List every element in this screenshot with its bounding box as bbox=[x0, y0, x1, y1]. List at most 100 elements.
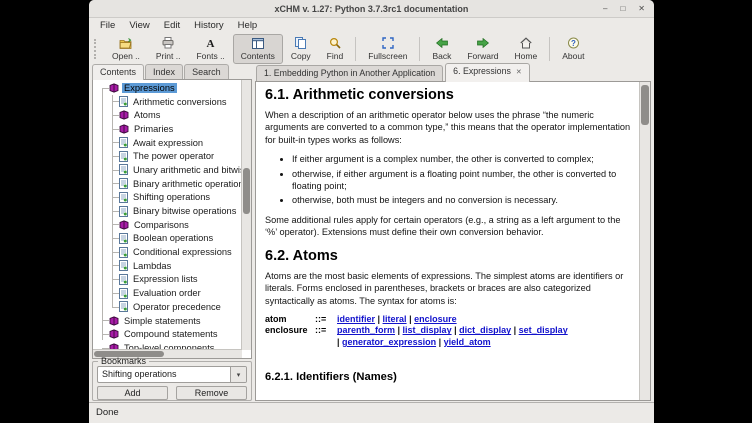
sidebar-tab-index[interactable]: Index bbox=[145, 64, 183, 79]
toolbar-button-copy[interactable]: Copy bbox=[283, 34, 319, 64]
page-icon bbox=[119, 164, 128, 175]
page-icon bbox=[119, 206, 128, 217]
tree-vertical-scrollbar[interactable] bbox=[241, 80, 251, 350]
bookmarks-box: Bookmarks Shifting operations ▾ Add Remo… bbox=[92, 356, 252, 401]
tree-item-await-expression[interactable]: Await expression bbox=[94, 136, 241, 150]
svg-text:?: ? bbox=[571, 39, 576, 48]
printer-icon bbox=[162, 37, 174, 50]
tree-item-arithmetic-conversions[interactable]: Arithmetic conversions bbox=[94, 95, 241, 109]
bullet-item: otherwise, both must be integers and no … bbox=[292, 194, 632, 206]
grammar-link-list-display[interactable]: list_display bbox=[403, 325, 452, 335]
toolbar-button-print[interactable]: Print .. bbox=[148, 34, 189, 64]
tree-item-binary-bitwise-operations[interactable]: Binary bitwise operations bbox=[94, 204, 241, 218]
toolbar-button-fullscreen[interactable]: Fullscreen bbox=[360, 34, 415, 64]
titlebar[interactable]: xCHM v. 1.27: Python 3.7.3rc1 documentat… bbox=[89, 0, 654, 18]
toolbar-button-home[interactable]: Home bbox=[507, 34, 546, 64]
grammar-link-identifier[interactable]: identifier bbox=[337, 314, 375, 324]
document-tab-label: 1. Embedding Python in Another Applicati… bbox=[264, 68, 435, 78]
status-text: Done bbox=[96, 407, 119, 418]
minimize-icon[interactable]: – bbox=[603, 5, 607, 13]
document-tab-1-embedding-python-in-another-application[interactable]: 1. Embedding Python in Another Applicati… bbox=[256, 65, 443, 81]
combobox-dropdown-button[interactable]: ▾ bbox=[230, 367, 246, 382]
tree-item-primaries[interactable]: Primaries bbox=[94, 122, 241, 136]
sidebar-tab-contents[interactable]: Contents bbox=[92, 64, 144, 80]
bullet-item: otherwise, if either argument is a float… bbox=[292, 168, 632, 192]
tree-item-label: Await expression bbox=[131, 138, 205, 148]
document-vertical-scrollbar[interactable] bbox=[639, 82, 650, 400]
tree-item-unary-arithmetic-and-bitwis[interactable]: Unary arithmetic and bitwis bbox=[94, 163, 241, 177]
grammar-token-name: atom bbox=[265, 314, 315, 326]
bookmark-combobox[interactable]: Shifting operations ▾ bbox=[97, 366, 247, 383]
bookmarks-label: Bookmarks bbox=[98, 356, 149, 366]
maximize-icon[interactable]: □ bbox=[620, 5, 625, 13]
tree-item-simple-statements[interactable]: Simple statements bbox=[94, 314, 241, 328]
sidebar: ContentsIndexSearch ExpressionsArithmeti… bbox=[91, 62, 252, 401]
toolbar-button-back[interactable]: Back bbox=[424, 34, 459, 64]
tree-item-label: Unary arithmetic and bitwis bbox=[131, 165, 241, 175]
menu-item-view[interactable]: View bbox=[122, 20, 156, 31]
tree-item-the-power-operator[interactable]: The power operator bbox=[94, 149, 241, 163]
tree-item-lambdas[interactable]: Lambdas bbox=[94, 259, 241, 273]
document-vertical-scrollbar-thumb[interactable] bbox=[641, 85, 649, 125]
tree-item-operator-precedence[interactable]: Operator precedence bbox=[94, 300, 241, 314]
tab-close-icon[interactable]: ✕ bbox=[516, 69, 522, 76]
toolbar-button-find[interactable]: Find bbox=[319, 34, 352, 64]
grammar-link-parenth-form[interactable]: parenth_form bbox=[337, 325, 395, 335]
section-heading-6-1: 6.1. Arithmetic conversions bbox=[265, 89, 632, 101]
tree-item-label: Simple statements bbox=[122, 316, 202, 326]
tree-item-comparisons[interactable]: Comparisons bbox=[94, 218, 241, 232]
tree-item-binary-arithmetic-operation[interactable]: Binary arithmetic operation bbox=[94, 177, 241, 191]
grammar-token-name bbox=[265, 337, 315, 349]
menu-item-history[interactable]: History bbox=[187, 20, 231, 31]
tree-item-label: Expression lists bbox=[131, 274, 200, 284]
bookmark-combobox-value: Shifting operations bbox=[98, 367, 230, 382]
book-icon bbox=[119, 220, 129, 230]
grammar-link-literal[interactable]: literal bbox=[383, 314, 407, 324]
tree-item-top-level-components[interactable]: Top-level components bbox=[94, 341, 241, 349]
tree-item-expression-lists[interactable]: Expression lists bbox=[94, 273, 241, 287]
grammar-link-enclosure[interactable]: enclosure bbox=[414, 314, 457, 324]
tree-item-label: Compound statements bbox=[122, 329, 220, 339]
toolbar-button-about[interactable]: ?About bbox=[554, 34, 592, 64]
page-icon bbox=[119, 137, 128, 148]
document-tab-label: 6. Expressions bbox=[453, 66, 511, 76]
grammar-operator bbox=[315, 337, 337, 349]
section-heading-6-2: 6.2. Atoms bbox=[265, 250, 632, 262]
back-arrow-icon bbox=[436, 37, 448, 50]
tree-item-boolean-operations[interactable]: Boolean operations bbox=[94, 232, 241, 246]
tree-vertical-scrollbar-thumb[interactable] bbox=[243, 168, 250, 214]
tree-item-evaluation-order[interactable]: Evaluation order bbox=[94, 286, 241, 300]
toolbar-button-forward[interactable]: Forward bbox=[459, 34, 506, 64]
grammar-block: atom::=identifier | literal | enclosuree… bbox=[265, 314, 632, 349]
book-icon bbox=[119, 124, 129, 134]
statusbar: Done bbox=[89, 402, 654, 423]
toolbar-button-fonts[interactable]: AFonts .. bbox=[188, 34, 232, 64]
fonts-icon: A bbox=[205, 37, 216, 50]
toolbar-button-label: Find bbox=[327, 51, 344, 61]
grammar-link-yield-atom[interactable]: yield_atom bbox=[444, 337, 491, 347]
sidebar-tab-search[interactable]: Search bbox=[184, 64, 229, 79]
toolbar-button-label: Contents bbox=[241, 51, 275, 61]
grammar-link-set-display[interactable]: set_display bbox=[519, 325, 568, 335]
find-icon bbox=[329, 37, 341, 50]
tree-item-shifting-operations[interactable]: Shifting operations bbox=[94, 191, 241, 205]
tree-item-atoms[interactable]: Atoms bbox=[94, 108, 241, 122]
toolbar-button-contents[interactable]: Contents bbox=[233, 34, 283, 64]
tree-item-label: Boolean operations bbox=[131, 233, 215, 243]
menu-item-help[interactable]: Help bbox=[231, 20, 265, 31]
menu-item-file[interactable]: File bbox=[93, 20, 122, 31]
tree-item-expressions[interactable]: Expressions bbox=[94, 81, 241, 95]
bookmark-remove-button[interactable]: Remove bbox=[176, 386, 247, 400]
grammar-link-generator-expression[interactable]: generator_expression bbox=[342, 337, 436, 347]
document-tab-6-expressions[interactable]: 6. Expressions ✕ bbox=[445, 63, 530, 82]
menu-item-edit[interactable]: Edit bbox=[157, 20, 187, 31]
close-icon[interactable]: ✕ bbox=[638, 5, 645, 13]
document-panel: 6.1. Arithmetic conversions When a descr… bbox=[255, 81, 651, 401]
toolbar-button-open[interactable]: Open .. bbox=[104, 34, 148, 64]
grammar-link-dict-display[interactable]: dict_display bbox=[459, 325, 511, 335]
toolbar-drag-handle[interactable] bbox=[94, 39, 100, 59]
chevron-down-icon: ▾ bbox=[237, 371, 241, 379]
bookmark-add-button[interactable]: Add bbox=[97, 386, 168, 400]
tree-item-compound-statements[interactable]: Compound statements bbox=[94, 327, 241, 341]
tree-item-conditional-expressions[interactable]: Conditional expressions bbox=[94, 245, 241, 259]
